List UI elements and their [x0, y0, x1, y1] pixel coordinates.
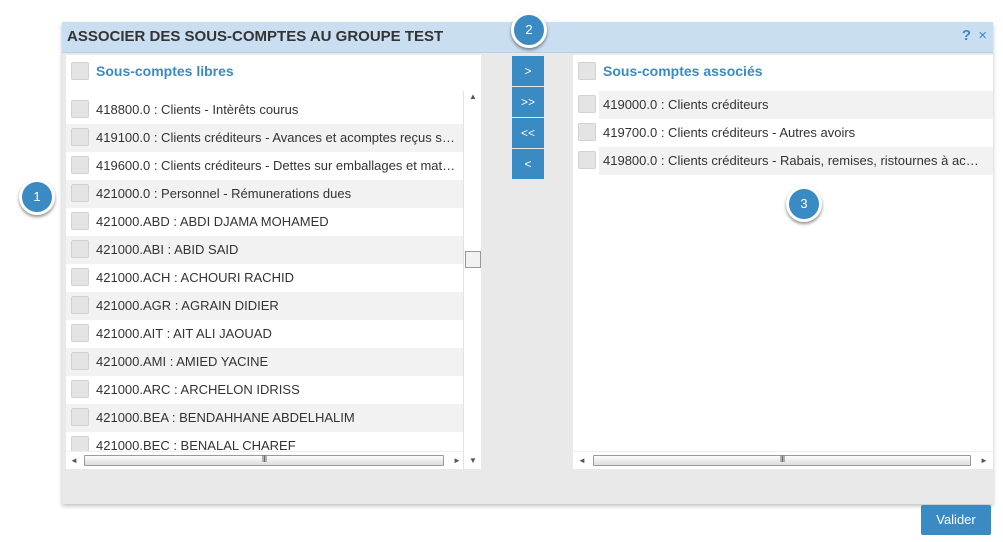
item-checkbox[interactable] [71, 128, 89, 146]
item-label: 421000.0 : Personnel - Rémunerations due… [96, 186, 352, 201]
move-selected-left-button[interactable]: < [512, 149, 544, 179]
item-checkbox[interactable] [71, 268, 89, 286]
list-item[interactable]: 421000.AMI : AMIED YACINE [66, 348, 463, 376]
item-checkbox[interactable] [71, 100, 89, 118]
item-label: 419600.0 : Clients créditeurs - Dettes s… [96, 158, 460, 173]
item-label: 418800.0 : Clients - Intèrêts courus [96, 102, 299, 117]
associated-list-horizontal-scrollbar[interactable]: ◄ III ► [573, 451, 993, 469]
callout-badge-3: 3 [786, 186, 822, 222]
scroll-grip-icon: III [261, 454, 268, 464]
item-label: 419800.0 : Clients créditeurs - Rabais, … [603, 153, 981, 168]
item-label: 421000.AMI : AMIED YACINE [96, 354, 269, 369]
move-selected-right-button[interactable]: > [512, 56, 544, 86]
item-checkbox[interactable] [71, 324, 89, 342]
move-all-left-button[interactable]: << [512, 118, 544, 148]
scroll-right-arrow-icon[interactable]: ► [980, 457, 988, 465]
list-item[interactable]: 419600.0 : Clients créditeurs - Dettes s… [66, 152, 463, 180]
scroll-left-arrow-icon[interactable]: ◄ [578, 457, 586, 465]
free-list-vertical-scrollbar[interactable]: ▲ ▼ [463, 91, 481, 469]
item-label: 419100.0 : Clients créditeurs - Avances … [96, 130, 460, 145]
list-item[interactable]: 421000.ACH : ACHOURI RACHID [66, 264, 463, 292]
horizontal-scroll-thumb[interactable]: III [593, 454, 971, 466]
list-item[interactable]: 421000.ABD : ABDI DJAMA MOHAMED [66, 208, 463, 236]
list-item[interactable]: 421000.BEA : BENDAHHANE ABDELHALIM [66, 404, 463, 432]
scroll-down-arrow-icon[interactable]: ▼ [469, 457, 477, 465]
list-item[interactable]: 421000.0 : Personnel - Rémunerations due… [66, 180, 463, 208]
item-checkbox[interactable] [71, 184, 89, 202]
free-list-horizontal-scrollbar[interactable]: ◄ III ► [66, 451, 463, 469]
item-checkbox[interactable] [71, 156, 89, 174]
item-label: 419000.0 : Clients créditeurs [603, 97, 769, 112]
item-label: 421000.BEA : BENDAHHANE ABDELHALIM [96, 410, 355, 425]
item-label: 421000.AGR : AGRAIN DIDIER [96, 298, 279, 313]
list-item[interactable]: 421000.AGR : AGRAIN DIDIER [66, 292, 463, 320]
move-all-right-button[interactable]: >> [512, 87, 544, 117]
vertical-scroll-thumb[interactable] [465, 251, 481, 268]
item-label: 421000.ACH : ACHOURI RACHID [96, 270, 294, 285]
list-item[interactable]: 421000.ABI : ABID SAID [66, 236, 463, 264]
item-label: 421000.ABI : ABID SAID [96, 242, 239, 257]
close-icon[interactable]: × [978, 27, 987, 44]
list-item[interactable]: 421000.AIT : AIT ALI JAOUAD [66, 320, 463, 348]
scroll-up-arrow-icon[interactable]: ▲ [469, 93, 477, 101]
select-all-associated-checkbox[interactable] [578, 62, 596, 80]
dialog-title: ASSOCIER DES SOUS-COMPTES AU GROUPE TEST [67, 28, 444, 45]
associate-subaccounts-dialog: ASSOCIER DES SOUS-COMPTES AU GROUPE TEST… [62, 22, 993, 504]
associated-subaccounts-list: 419000.0 : Clients créditeurs 419700.0 :… [573, 91, 993, 175]
list-item[interactable]: 419100.0 : Clients créditeurs - Avances … [66, 124, 463, 152]
list-item[interactable]: 419000.0 : Clients créditeurs [578, 91, 993, 119]
item-checkbox[interactable] [71, 408, 89, 426]
item-checkbox[interactable] [578, 95, 596, 113]
item-checkbox[interactable] [71, 240, 89, 258]
callout-badge-2: 2 [511, 12, 547, 48]
scroll-left-arrow-icon[interactable]: ◄ [70, 457, 78, 465]
item-label: 421000.ABD : ABDI DJAMA MOHAMED [96, 214, 329, 229]
item-checkbox[interactable] [71, 212, 89, 230]
free-subaccounts-panel: Sous-comptes libres 418800.0 : Clients -… [66, 55, 481, 469]
free-subaccounts-title: Sous-comptes libres [96, 63, 234, 79]
select-all-free-checkbox[interactable] [71, 62, 89, 80]
item-label: 421000.AIT : AIT ALI JAOUAD [96, 326, 272, 341]
validate-button[interactable]: Valider [921, 505, 991, 535]
item-checkbox[interactable] [578, 123, 596, 141]
item-checkbox[interactable] [71, 380, 89, 398]
associated-subaccounts-panel: Sous-comptes associés 419000.0 : Clients… [573, 55, 993, 469]
callout-badge-1: 1 [19, 179, 55, 215]
scroll-right-arrow-icon[interactable]: ► [453, 457, 461, 465]
list-item[interactable]: 421000.ARC : ARCHELON IDRISS [66, 376, 463, 404]
list-item[interactable]: 419700.0 : Clients créditeurs - Autres a… [573, 119, 993, 147]
free-subaccounts-header: Sous-comptes libres [66, 55, 481, 87]
help-icon[interactable]: ? [962, 27, 971, 44]
item-label: 419700.0 : Clients créditeurs - Autres a… [603, 125, 856, 140]
horizontal-scroll-thumb[interactable]: III [84, 454, 444, 466]
list-item[interactable]: 419800.0 : Clients créditeurs - Rabais, … [578, 147, 993, 175]
free-subaccounts-list: 418800.0 : Clients - Intèrêts courus 419… [66, 96, 463, 468]
list-item[interactable]: 418800.0 : Clients - Intèrêts courus [66, 96, 463, 124]
item-checkbox[interactable] [578, 151, 596, 169]
item-checkbox[interactable] [71, 296, 89, 314]
associated-subaccounts-header: Sous-comptes associés [573, 55, 993, 87]
scroll-grip-icon: III [779, 454, 786, 464]
item-label: 421000.ARC : ARCHELON IDRISS [96, 382, 300, 397]
associated-subaccounts-title: Sous-comptes associés [603, 63, 763, 79]
item-checkbox[interactable] [71, 352, 89, 370]
